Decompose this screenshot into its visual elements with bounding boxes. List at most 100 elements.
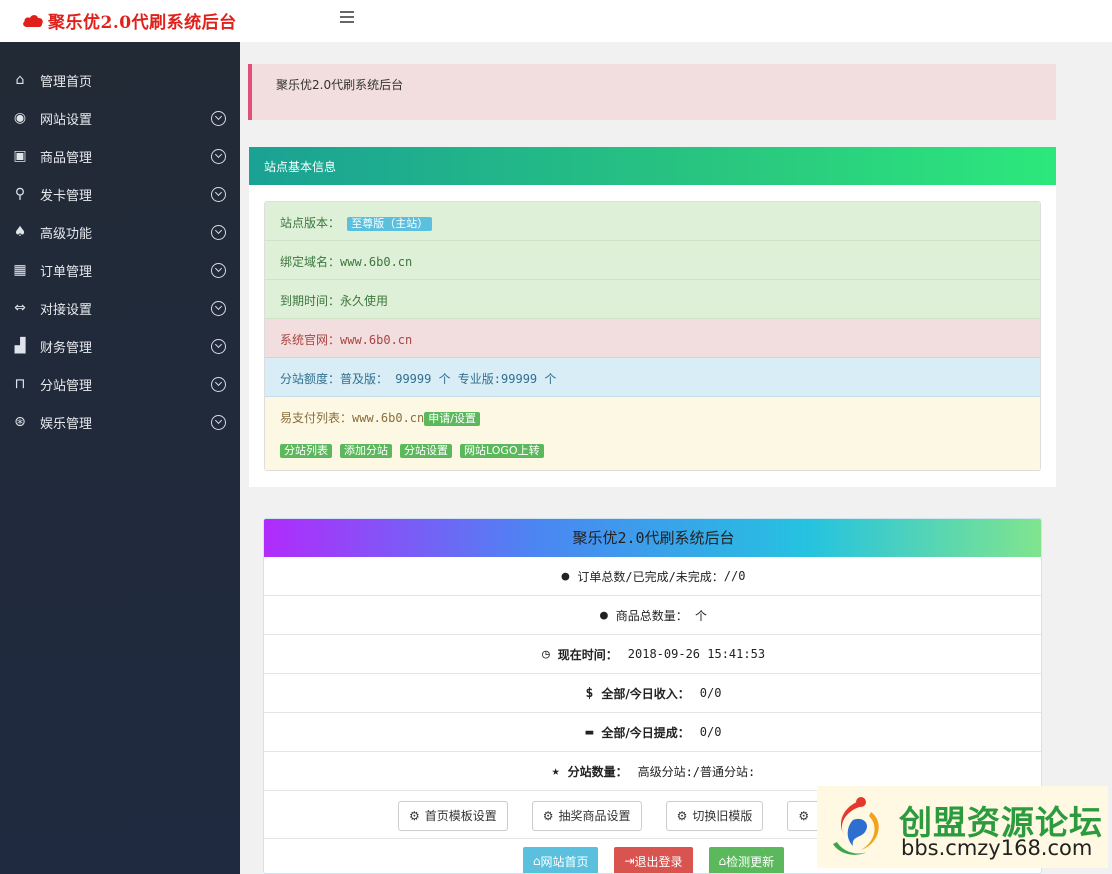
expire-text: 到期时间：永久使用 bbox=[280, 294, 389, 308]
goods-value: 个 bbox=[695, 608, 708, 623]
drop-icon: ● bbox=[599, 607, 608, 623]
quota-text: 分站额度：普及版： 99999 个 专业版:99999 个 bbox=[280, 372, 557, 386]
brand[interactable]: 聚乐优2.0代刷系统后台 bbox=[22, 8, 237, 33]
drop-icon: ● bbox=[561, 568, 570, 584]
sidebar-item-label: 商品管理 bbox=[40, 150, 93, 166]
info-row-pay: 易支付列表：www.6b0.cn 申请/设置 分站列表 添加分站 分站设置 网站L… bbox=[265, 397, 1040, 470]
door-icon: ⊓ bbox=[14, 376, 26, 392]
chevron-down-icon[interactable] bbox=[211, 300, 226, 316]
dollar-icon: $ bbox=[585, 685, 594, 701]
gear-icon: ⚙ bbox=[409, 808, 420, 823]
bag-icon: ▣ bbox=[13, 148, 27, 164]
cloud-logo-icon bbox=[22, 14, 44, 28]
lottery-settings-button[interactable]: ⚙ 抽奖商品设置 bbox=[531, 800, 642, 831]
sidebar-item-label: 娱乐管理 bbox=[40, 416, 93, 432]
top-header: 聚乐优2.0代刷系统后台 bbox=[0, 0, 1112, 42]
sidebar-item-5[interactable]: ▦ 订单管理 bbox=[0, 251, 240, 289]
home-icon: ⌂ bbox=[15, 72, 25, 88]
site-home-button[interactable]: ⌂ 网站首页 bbox=[522, 847, 599, 873]
income-value: 0/0 bbox=[699, 686, 722, 700]
info-row-expire: 到期时间：永久使用 bbox=[265, 280, 1040, 319]
logo-upload-link[interactable]: 网站LOGO上转 bbox=[460, 444, 544, 458]
sidebar-item-label: 订单管理 bbox=[40, 264, 93, 280]
withdraw-label: 全部/今日提成： bbox=[601, 725, 690, 740]
logout-label: 退出登录 bbox=[634, 854, 683, 869]
calendar-icon: ▦ bbox=[13, 262, 27, 278]
sidebar-item-4[interactable]: ♠ 高级功能 bbox=[0, 213, 240, 251]
chevron-down-icon[interactable] bbox=[211, 224, 226, 240]
substations-label: 分站数量： bbox=[567, 764, 628, 779]
substation-settings-link[interactable]: 分站设置 bbox=[400, 444, 452, 458]
stats-header: 聚乐优2.0代刷系统后台 bbox=[264, 519, 1041, 557]
check-update-button[interactable]: ⌂ 检测更新 bbox=[708, 847, 785, 873]
logout-icon: ⇥ bbox=[624, 854, 635, 868]
sidebar-item-label: 高级功能 bbox=[40, 226, 93, 242]
sidebar-item-label: 网站设置 bbox=[40, 112, 93, 128]
substation-list-link[interactable]: 分站列表 bbox=[280, 444, 332, 458]
goods-label: 商品总数量： bbox=[615, 608, 688, 623]
sidebar-item-2[interactable]: ▣ 商品管理 bbox=[0, 137, 240, 175]
star-icon: ★ bbox=[551, 763, 560, 779]
stat-withdraw: ▬ 全部/今日提成： 0/0 bbox=[264, 713, 1041, 752]
card-icon: ▬ bbox=[585, 724, 594, 740]
chevron-down-icon[interactable] bbox=[211, 376, 226, 392]
chevron-down-icon[interactable] bbox=[211, 414, 226, 430]
info-row-domain: 绑定域名：www.6b0.cn bbox=[265, 241, 1040, 280]
official-text: 系统官网：www.6b0.cn bbox=[280, 333, 413, 347]
pay-settings-link[interactable]: 申请/设置 bbox=[424, 412, 480, 426]
chevron-down-icon[interactable] bbox=[211, 148, 226, 164]
stat-goods: ● 商品总数量： 个 bbox=[264, 596, 1041, 635]
lottery-settings-label: 抽奖商品设置 bbox=[558, 809, 631, 823]
brand-title: 聚乐优2.0代刷系统后台 bbox=[48, 13, 237, 33]
sidebar: ⌂ 管理首页 ◉ 网站设置 ▣ 商品管理 ⚲ 发卡管理 ♠ 高级功能 ▦ 订单管理 ⇔ 对接设置 ▟ 财务管理… bbox=[0, 42, 240, 874]
sidebar-item-7[interactable]: ▟ 财务管理 bbox=[0, 327, 240, 365]
stats-title: 聚乐优2.0代刷系统后台 bbox=[572, 529, 735, 547]
site-info-title: 站点基本信息 bbox=[264, 160, 337, 174]
switch-old-template-button[interactable]: ⚙ 切换旧模版 bbox=[665, 800, 764, 831]
chevron-down-icon[interactable] bbox=[211, 262, 226, 278]
sidebar-item-1[interactable]: ◉ 网站设置 bbox=[0, 99, 240, 137]
stat-income: $ 全部/今日收入： 0/0 bbox=[264, 674, 1041, 713]
gear-icon: ⚙ bbox=[798, 808, 810, 823]
sidebar-item-label: 财务管理 bbox=[40, 340, 93, 356]
version-label: 站点版本： bbox=[280, 216, 341, 230]
time-label: 现在时间： bbox=[557, 647, 618, 662]
sidebar-item-6[interactable]: ⇔ 对接设置 bbox=[0, 289, 240, 327]
chevron-down-icon[interactable] bbox=[211, 338, 226, 354]
watermark-url: bbs.cmzy168.com bbox=[901, 836, 1093, 860]
info-row-official: 系统官网：www.6b0.cn bbox=[265, 319, 1040, 358]
info-row-quota: 分站额度：普及版： 99999 个 专业版:99999 个 bbox=[265, 358, 1040, 397]
sidebar-item-8[interactable]: ⊓ 分站管理 bbox=[0, 365, 240, 403]
site-info-panel: 站点基本信息 站点版本： 至尊版（主站） 绑定域名：www.6b0.cn 到期时… bbox=[249, 147, 1056, 487]
sidebar-item-9[interactable]: ⊛ 娱乐管理 bbox=[0, 403, 240, 441]
domain-text: 绑定域名：www.6b0.cn bbox=[280, 255, 413, 269]
dice-icon: ⊛ bbox=[14, 414, 26, 430]
substations-value: 高级分站:/普通分站: bbox=[637, 764, 756, 779]
sidebar-item-3[interactable]: ⚲ 发卡管理 bbox=[0, 175, 240, 213]
homepage-template-button[interactable]: ⚙ 首页模板设置 bbox=[398, 800, 508, 831]
orders-value: //0 bbox=[723, 569, 746, 583]
sidebar-item-label: 对接设置 bbox=[40, 302, 93, 318]
menu-toggle-icon[interactable] bbox=[340, 11, 354, 23]
logout-button[interactable]: ⇥ 退出登录 bbox=[614, 847, 693, 873]
chevron-down-icon[interactable] bbox=[211, 110, 226, 126]
notice-text: 聚乐优2.0代刷系统后台 bbox=[276, 78, 404, 92]
arrows-icon: ⇔ bbox=[14, 300, 26, 316]
sidebar-item-label: 发卡管理 bbox=[40, 188, 93, 204]
homepage-template-label: 首页模板设置 bbox=[424, 809, 497, 823]
watermark: 创盟资源论坛 bbs.cmzy168.com bbox=[817, 786, 1108, 868]
sidebar-item-label: 分站管理 bbox=[40, 378, 93, 394]
sidebar-item-0[interactable]: ⌂ 管理首页 bbox=[0, 61, 240, 99]
home-icon: ⌂ bbox=[718, 854, 727, 868]
chart-icon: ▟ bbox=[14, 338, 26, 354]
site-home-label: 网站首页 bbox=[540, 854, 589, 869]
chevron-down-icon[interactable] bbox=[211, 186, 226, 202]
site-info-header: 站点基本信息 bbox=[249, 147, 1056, 185]
stat-orders: ● 订单总数/已完成/未完成： //0 bbox=[264, 557, 1041, 596]
home-icon: ⌂ bbox=[532, 854, 541, 868]
add-substation-link[interactable]: 添加分站 bbox=[340, 444, 392, 458]
stat-time: ◷ 现在时间： 2018-09-26 15:41:53 bbox=[264, 635, 1041, 674]
substation-tag-row: 分站列表 添加分站 分站设置 网站LOGO上转 bbox=[280, 444, 544, 458]
notice-callout: 聚乐优2.0代刷系统后台 bbox=[248, 64, 1056, 120]
watermark-logo-icon bbox=[833, 797, 879, 855]
